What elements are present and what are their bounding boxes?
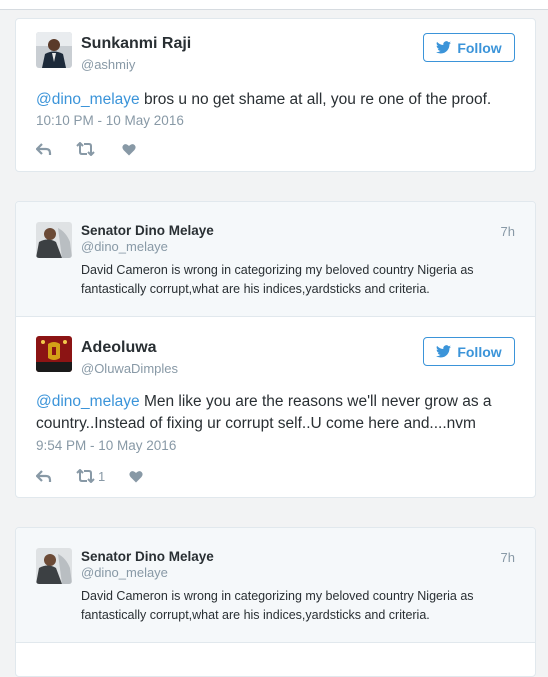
author-name[interactable]: Sunkanmi Raji — [81, 35, 191, 53]
follow-label: Follow — [457, 39, 502, 56]
quoted-time[interactable]: 7h — [501, 224, 515, 239]
quoted-tweet[interactable]: Senator Dino Melaye @dino_melaye 7h Davi… — [16, 202, 535, 317]
retweet-icon — [76, 469, 95, 483]
reply-icon — [36, 143, 52, 155]
tweet-date[interactable]: 10:10 PM - 10 May 2016 — [36, 113, 184, 128]
avatar[interactable] — [36, 32, 72, 68]
tweet-card: Senator Dino Melaye @dino_melaye 7h Davi… — [15, 527, 536, 677]
tweet-card: Senator Dino Melaye @dino_melaye 7h Davi… — [15, 201, 536, 498]
tweet-card: Sunkanmi Raji @ashmiy Follow @dino_melay… — [15, 18, 536, 172]
retweet-icon — [76, 142, 95, 156]
tweet-date[interactable]: 9:54 PM - 10 May 2016 — [36, 438, 176, 453]
like-button[interactable] — [122, 143, 136, 156]
mention-link[interactable]: @dino_melaye — [36, 393, 140, 410]
reply-icon — [36, 470, 52, 482]
like-button[interactable] — [129, 470, 143, 483]
bird-icon — [436, 345, 452, 358]
like-icon — [122, 143, 136, 155]
tweet-actions — [36, 140, 160, 158]
quoted-author-name[interactable]: Senator Dino Melaye — [81, 549, 214, 564]
like-icon — [129, 470, 143, 482]
author-name[interactable]: Adeoluwa — [81, 339, 157, 357]
quoted-text: David Cameron is wrong in categorizing m… — [81, 589, 474, 622]
quoted-time[interactable]: 7h — [501, 550, 515, 565]
reply-button[interactable] — [36, 469, 52, 483]
retweet-button[interactable] — [76, 142, 98, 156]
quoted-text: David Cameron is wrong in categorizing m… — [81, 263, 474, 296]
previous-embed-bottom — [0, 0, 548, 10]
quoted-author-handle[interactable]: @dino_melaye — [81, 239, 168, 254]
tweet-text: @dino_melaye bros u no get shame at all,… — [36, 89, 515, 111]
avatar[interactable] — [36, 222, 72, 258]
avatar[interactable] — [36, 336, 72, 372]
retweet-count: 1 — [98, 468, 106, 484]
author-handle[interactable]: @OluwaDimples — [81, 361, 178, 376]
quoted-author-handle[interactable]: @dino_melaye — [81, 565, 168, 580]
bird-icon — [436, 41, 452, 54]
author-handle[interactable]: @ashmiy — [81, 57, 135, 72]
mention-link[interactable]: @dino_melaye — [36, 91, 140, 108]
quoted-tweet[interactable]: Senator Dino Melaye @dino_melaye 7h Davi… — [16, 528, 535, 643]
follow-label: Follow — [457, 343, 502, 360]
tweet-text: @dino_melaye Men like you are the reason… — [36, 391, 515, 435]
follow-button[interactable]: Follow — [423, 337, 515, 366]
tweet-actions: 1 — [36, 467, 167, 485]
quoted-author-name[interactable]: Senator Dino Melaye — [81, 223, 214, 238]
reply-button[interactable] — [36, 142, 52, 156]
tweet-body: bros u no get shame at all, you re one o… — [139, 91, 492, 108]
retweet-button[interactable]: 1 — [76, 469, 105, 484]
follow-button[interactable]: Follow — [423, 33, 515, 62]
avatar[interactable] — [36, 548, 72, 584]
